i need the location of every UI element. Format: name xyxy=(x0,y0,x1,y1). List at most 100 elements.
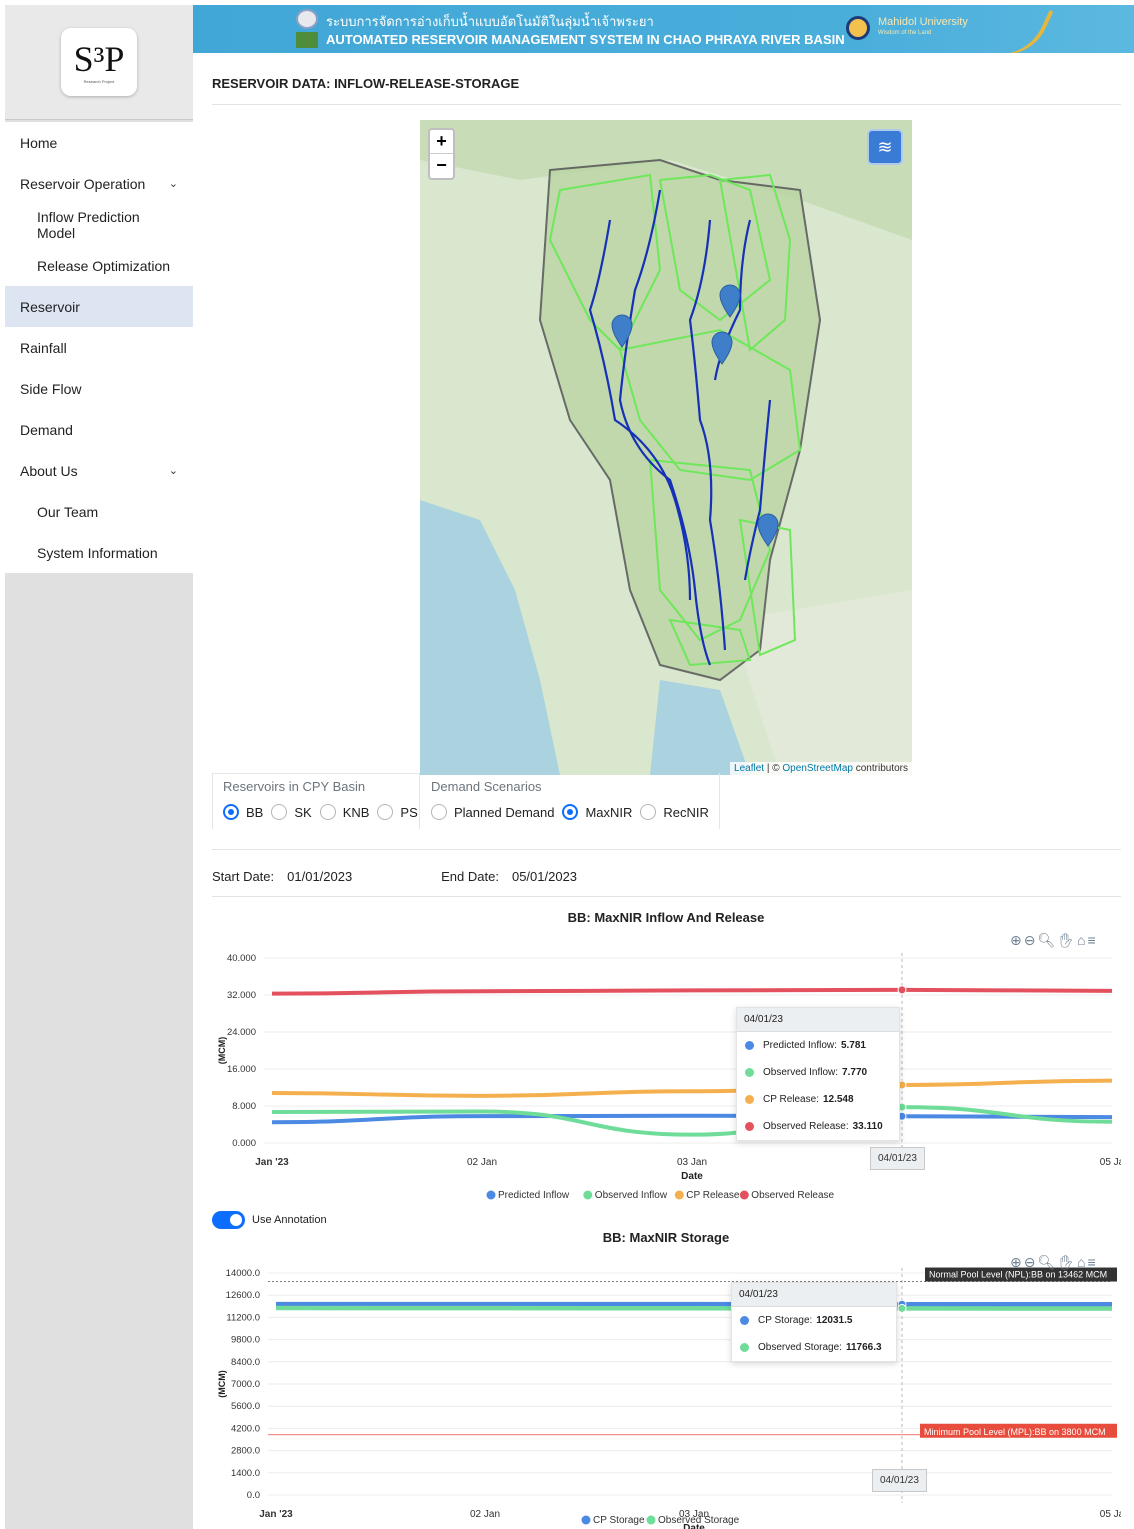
layers-icon[interactable]: ≋ xyxy=(867,129,903,165)
y-tick-label: 16.000 xyxy=(227,1064,256,1075)
start-date-label: Start Date: xyxy=(212,868,275,884)
sidebar-item-label: Reservoir xyxy=(20,298,80,315)
zoom-in-icon[interactable]: ⊕ xyxy=(1010,1254,1024,1270)
zoom-out-button[interactable]: − xyxy=(430,154,453,178)
annotation-label: Normal Pool Level (NPL):BB on 13462 MCM xyxy=(929,1270,1107,1280)
scenario-radio-label: RecNIR xyxy=(663,804,709,820)
inflow-release-tooltip: 04/01/23 Predicted Inflow: 5.781 Observed I… xyxy=(736,1007,900,1141)
sidebar-item-release-optimization[interactable]: Release Optimization xyxy=(5,245,193,286)
radio-divider xyxy=(212,849,1121,850)
osm-link[interactable]: OpenStreetMap xyxy=(782,763,853,774)
menu-icon[interactable]: ≡ xyxy=(1088,1254,1098,1270)
scenario-radio-planned-demand[interactable] xyxy=(431,804,447,820)
zoom-in-button[interactable]: + xyxy=(430,130,453,154)
sidebar-menu: Home Reservoir Operation ⌄ Inflow Predictio… xyxy=(5,122,193,573)
tooltip-date: 04/01/23 xyxy=(732,1283,896,1307)
y-tick-label: 5600.0 xyxy=(231,1401,260,1412)
reservoir-radio-knb[interactable] xyxy=(319,804,336,820)
sidebar-item-reservoir-operation[interactable]: Reservoir Operation ⌄ xyxy=(5,163,193,204)
y-tick-label: 7000.0 xyxy=(231,1379,260,1390)
tooltip-series-value: 5.781 xyxy=(840,1040,866,1051)
sidebar-item-demand[interactable]: Demand xyxy=(5,409,193,450)
tooltip-series-label: Observed Release: xyxy=(763,1121,849,1132)
agency-seal-icon xyxy=(296,9,318,49)
tooltip-series-dot xyxy=(745,1095,754,1104)
y-tick-label: 24.000 xyxy=(227,1027,256,1038)
series-marker xyxy=(897,985,907,995)
annotation-label: Minimum Pool Level (MPL):BB on 3800 MCM xyxy=(924,1427,1106,1437)
tooltip-series-value: 12031.5 xyxy=(816,1315,853,1326)
sidebar-item-side-flow[interactable]: Side Flow xyxy=(5,368,193,409)
y-tick-label: 9800.0 xyxy=(231,1335,260,1346)
s3p-logo[interactable]: S³P Research Project xyxy=(61,28,137,96)
date-range: Start Date: End Date: xyxy=(212,865,654,887)
x-tick-label: 05 Ja xyxy=(1100,1509,1121,1520)
end-date-input[interactable] xyxy=(507,865,654,887)
x-tick-label: 02 Jan xyxy=(467,1157,497,1168)
chart1-crosshair-label: 04/01/23 xyxy=(870,1147,925,1170)
pan-hand-icon[interactable]: ✋︎ xyxy=(1057,1254,1077,1270)
series-line xyxy=(271,1105,1113,1137)
tooltip-series-label: CP Storage: xyxy=(758,1315,813,1326)
start-date-input[interactable] xyxy=(283,865,430,887)
legend-marker xyxy=(583,1190,593,1200)
menu-icon[interactable]: ≡ xyxy=(1088,932,1098,948)
date-divider xyxy=(212,896,1121,897)
series-line xyxy=(275,1305,1113,1311)
tooltip-series-value: 11766.3 xyxy=(845,1342,882,1353)
x-axis-label: Date xyxy=(681,1171,703,1182)
y-tick-label: 0.0 xyxy=(247,1490,260,1501)
home-icon[interactable]: ⌂ xyxy=(1077,932,1087,948)
scenario-radio-maxnir[interactable] xyxy=(562,804,579,820)
zoom-out-icon[interactable]: ⊖ xyxy=(1024,1254,1038,1270)
legend-item: Predicted Inflow xyxy=(498,1190,570,1201)
legend-marker xyxy=(739,1190,749,1200)
reservoir-radio-label: KNB xyxy=(342,804,370,820)
reservoir-radio-bb[interactable] xyxy=(223,804,239,820)
logo-area: S³P Research Project xyxy=(5,5,193,120)
home-icon[interactable]: ⌂ xyxy=(1077,1254,1087,1270)
legend-item: CP Storage xyxy=(593,1515,645,1526)
y-tick-label: 1400.0 xyxy=(231,1468,260,1479)
banner-title-th: ระบบการจัดการอ่างเก็บน้ำแบบอัตโนมัติในลุ… xyxy=(326,15,654,30)
reservoir-radio-sk[interactable] xyxy=(271,804,288,820)
tooltip-series-value: 7.770 xyxy=(842,1067,868,1078)
tooltip-series-dot xyxy=(745,1041,754,1050)
pan-hand-icon[interactable]: ✋︎ xyxy=(1057,932,1077,948)
zoom-in-icon[interactable]: ⊕ xyxy=(1010,932,1024,948)
sidebar-item-about-us[interactable]: About Us ⌄ xyxy=(5,450,193,491)
sidebar-item-rainfall[interactable]: Rainfall xyxy=(5,327,193,368)
reservoir-radio-label: SK xyxy=(294,804,312,820)
tooltip-row: Observed Release: 33.110 xyxy=(737,1113,899,1140)
scenario-radio-recnir[interactable] xyxy=(640,804,657,820)
magnifier-icon[interactable]: 🔍︎ xyxy=(1037,932,1057,948)
reservoir-radio-label: BB xyxy=(246,804,264,820)
sidebar-item-label: About Us xyxy=(20,462,78,479)
sidebar-item-inflow-prediction-model[interactable]: Inflow Prediction Model xyxy=(5,204,193,245)
sidebar-item-system-information[interactable]: System Information xyxy=(5,532,193,573)
reservoir-radio-ps[interactable] xyxy=(377,804,394,820)
x-tick-label: 03 Jan xyxy=(677,1157,707,1168)
sidebar-item-label: System Information xyxy=(37,544,158,561)
inflow-release-chart[interactable]: BB: MaxNIR Inflow And Release 0.000 8.000 1… xyxy=(212,905,1121,1205)
zoom-out-icon[interactable]: ⊖ xyxy=(1024,932,1038,948)
chevron-down-icon: ⌄ xyxy=(168,465,178,477)
banner-title-en: AUTOMATED RESERVOIR MANAGEMENT SYSTEM IN… xyxy=(326,32,845,47)
map-attribution: Leaflet | © OpenStreetMap contributors xyxy=(730,762,912,775)
sidebar-item-label: Demand xyxy=(20,421,73,438)
magnifier-icon[interactable]: 🔍︎ xyxy=(1037,1254,1057,1270)
tooltip-row: Observed Storage: 11766.3 xyxy=(732,1334,896,1361)
storage-chart[interactable]: BB: MaxNIR Storage 0.0 1400.0 2800.0 4200.0 5… xyxy=(212,1227,1121,1529)
sidebar-item-reservoir[interactable]: Reservoir xyxy=(5,286,193,327)
chart1-toolbar: ⊕⊖🔍︎✋︎⌂≡ xyxy=(1010,932,1098,949)
reservoir-radio-label: PS xyxy=(400,804,418,820)
tooltip-date: 04/01/23 xyxy=(737,1008,899,1032)
basin-map[interactable]: + − ≋ Leaflet | © OpenStreetMap contribu… xyxy=(420,120,912,775)
y-axis-label: (MCM) xyxy=(217,1370,227,1398)
y-tick-label: 4200.0 xyxy=(231,1423,260,1434)
sidebar-item-home[interactable]: Home xyxy=(5,122,193,163)
legend-marker xyxy=(581,1515,591,1525)
series-marker xyxy=(897,1303,907,1313)
leaflet-link[interactable]: Leaflet xyxy=(734,763,764,774)
sidebar-item-our-team[interactable]: Our Team xyxy=(5,491,193,532)
